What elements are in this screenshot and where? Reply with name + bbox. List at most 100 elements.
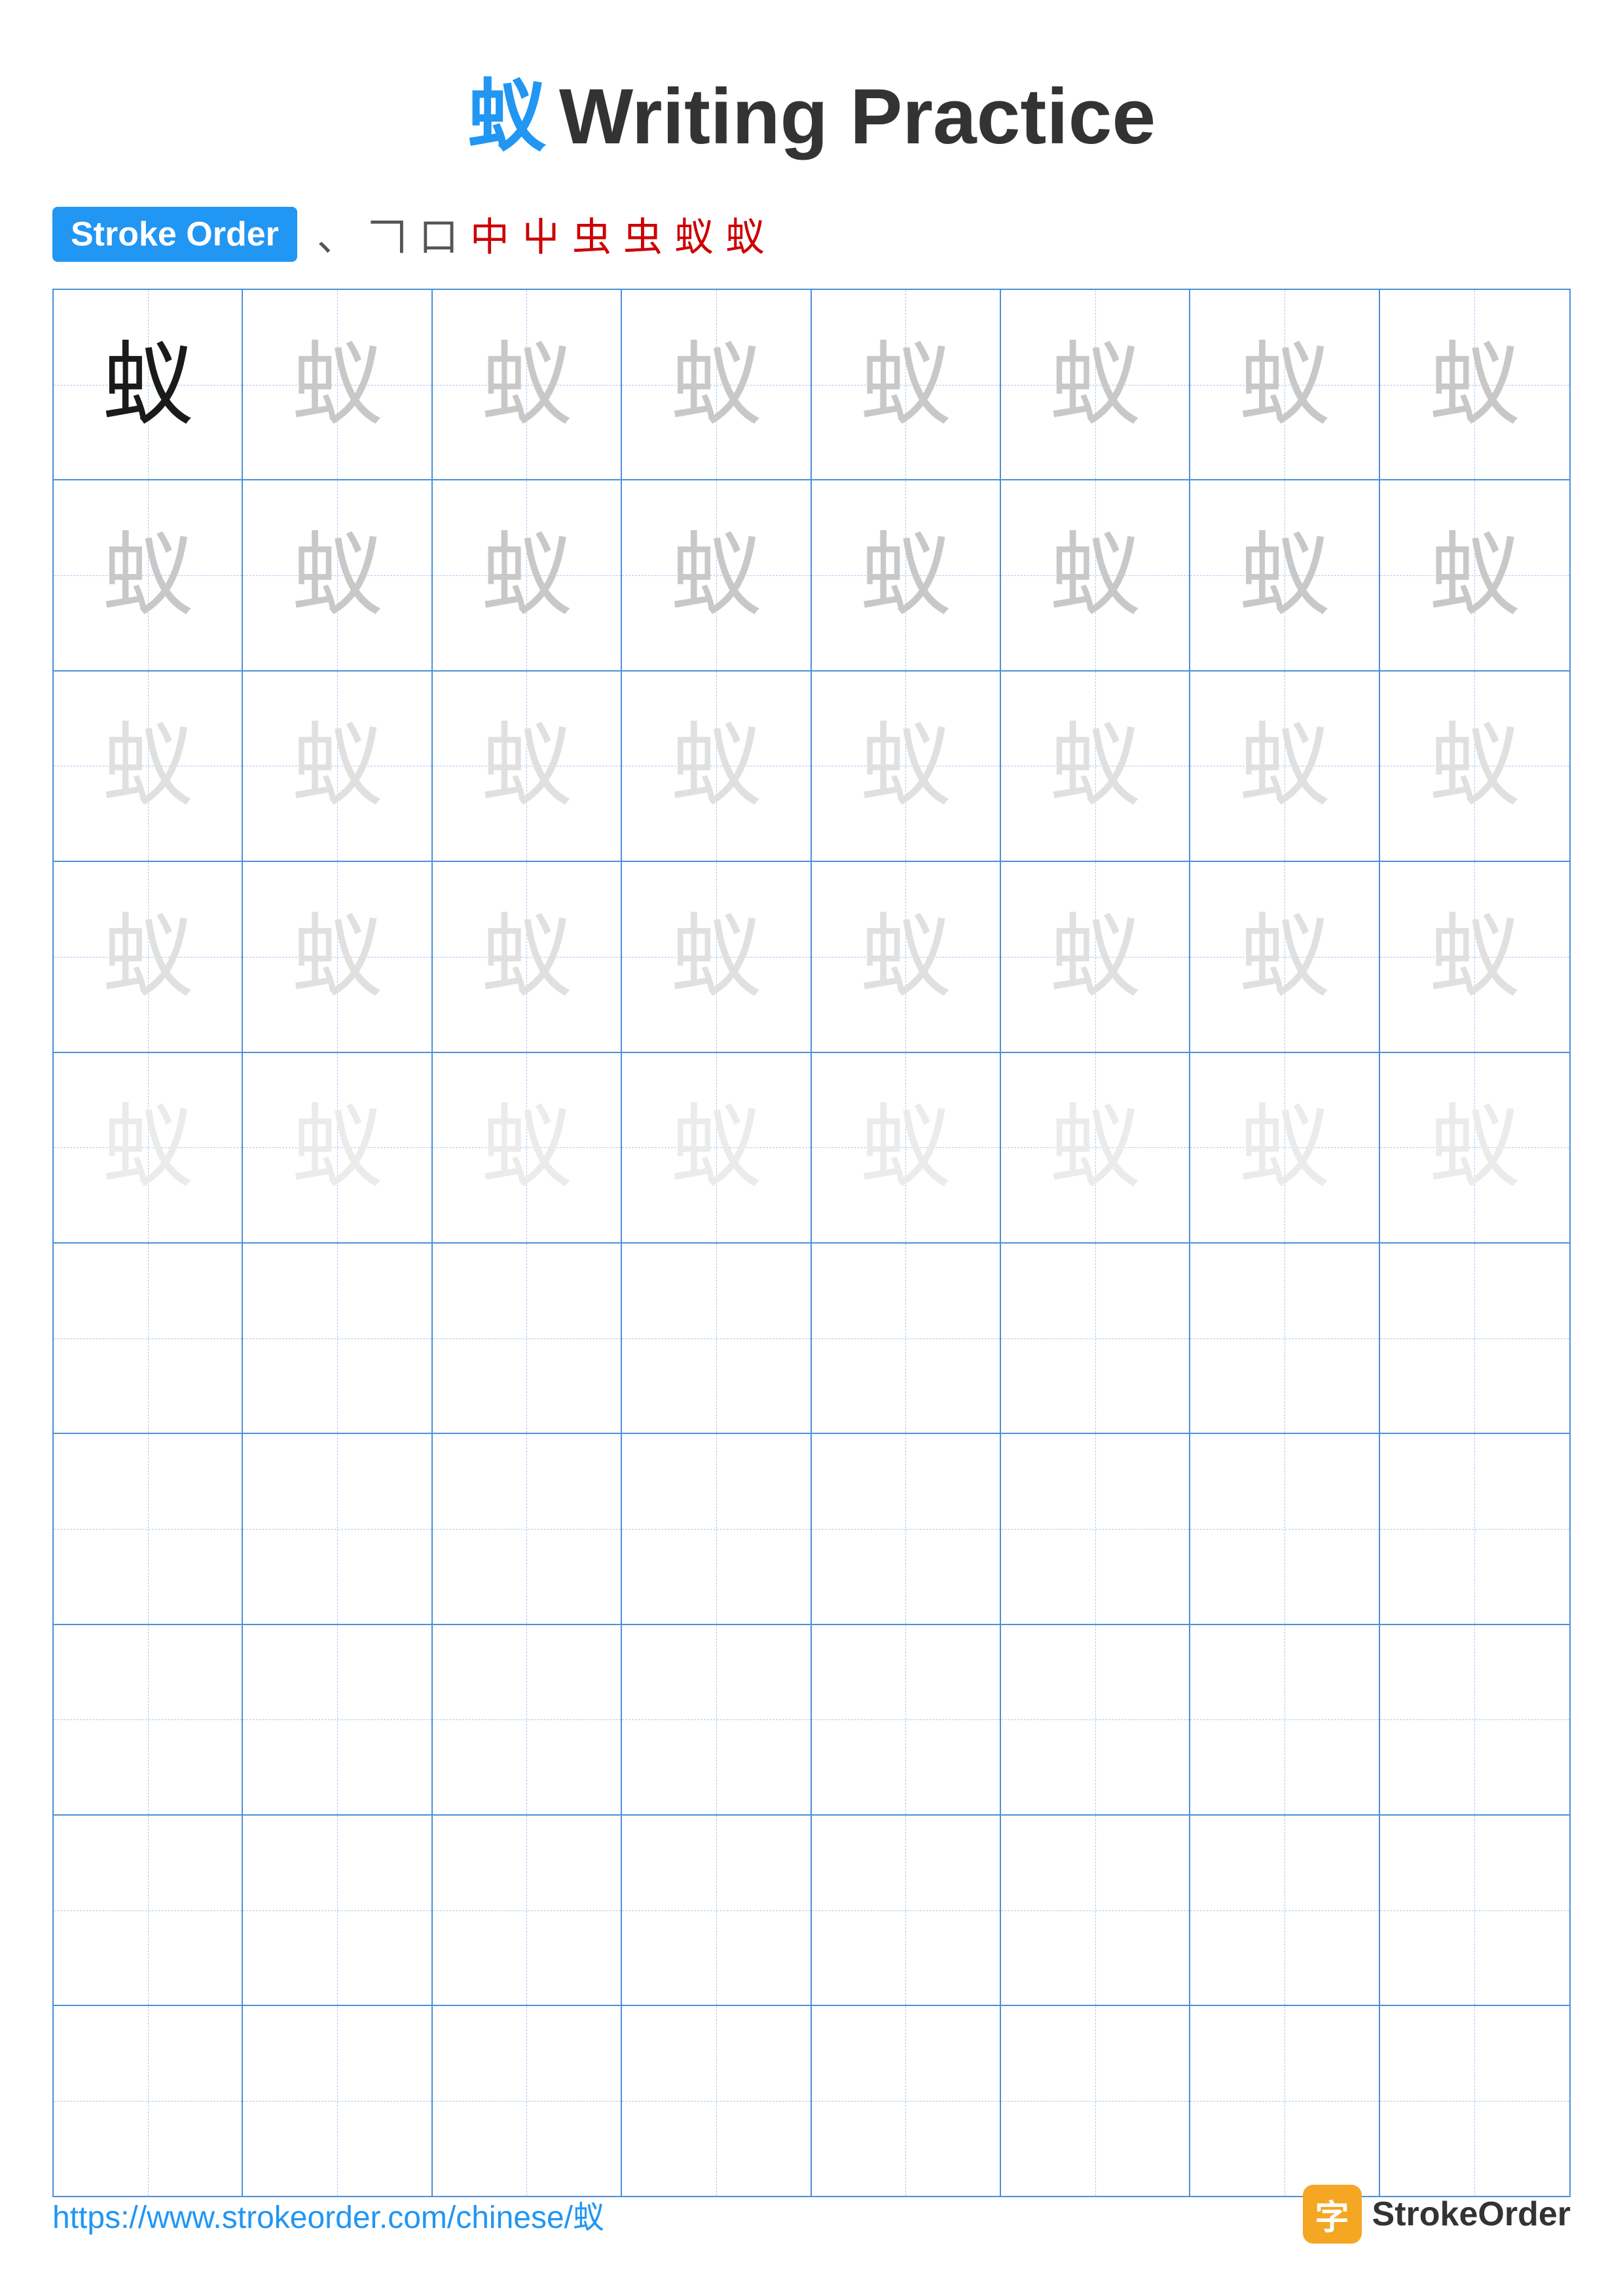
- grid-cell[interactable]: [1190, 1434, 1379, 1623]
- grid-cell[interactable]: [812, 1244, 1001, 1433]
- grid-cell[interactable]: [54, 2006, 243, 2195]
- grid-cell[interactable]: 蚁: [1190, 1053, 1379, 1242]
- grid-cell[interactable]: [1190, 1816, 1379, 2005]
- grid-cell[interactable]: [243, 1816, 432, 2005]
- grid-cell[interactable]: 蚁: [243, 1053, 432, 1242]
- stroke-7: 虫: [623, 206, 663, 262]
- grid-cell[interactable]: [812, 1625, 1001, 1814]
- grid-cell[interactable]: [1001, 1434, 1190, 1623]
- grid-cell[interactable]: 蚁: [1380, 672, 1569, 861]
- practice-char: 蚁: [670, 1102, 762, 1193]
- grid-cell[interactable]: 蚁: [1190, 480, 1379, 670]
- grid-cell[interactable]: [812, 1816, 1001, 2005]
- grid-cell[interactable]: [54, 1816, 243, 2005]
- grid-cell[interactable]: 蚁: [243, 862, 432, 1051]
- grid-cell[interactable]: 蚁: [243, 672, 432, 861]
- grid-cell[interactable]: 蚁: [812, 290, 1001, 479]
- grid-cell[interactable]: 蚁: [1190, 290, 1379, 479]
- practice-char: 蚁: [102, 1102, 194, 1193]
- grid-cell[interactable]: 蚁: [622, 862, 811, 1051]
- grid-cell[interactable]: 蚁: [1380, 480, 1569, 670]
- grid-cell[interactable]: [1190, 1625, 1379, 1814]
- practice-char: 蚁: [291, 339, 383, 431]
- grid-cell[interactable]: 蚁: [54, 480, 243, 670]
- practice-char: 蚁: [1049, 911, 1141, 1003]
- grid-cell[interactable]: [622, 2006, 811, 2195]
- grid-cell[interactable]: [812, 2006, 1001, 2195]
- grid-cell[interactable]: [433, 1625, 622, 1814]
- grid-cell[interactable]: 蚁: [812, 1053, 1001, 1242]
- grid-cell[interactable]: 蚁: [812, 672, 1001, 861]
- grid-cell[interactable]: 蚁: [243, 480, 432, 670]
- grid-cell[interactable]: [54, 1434, 243, 1623]
- grid-cell[interactable]: [243, 1434, 432, 1623]
- practice-char: 蚁: [102, 720, 194, 812]
- grid-cell[interactable]: 蚁: [622, 672, 811, 861]
- logo-text: StrokeOrder: [1372, 2195, 1571, 2234]
- grid-cell[interactable]: [1380, 1244, 1569, 1433]
- grid-cell[interactable]: 蚁: [433, 672, 622, 861]
- grid-cell[interactable]: [1001, 1244, 1190, 1433]
- grid-cell[interactable]: 蚁: [1380, 862, 1569, 1051]
- practice-char: 蚁: [481, 911, 572, 1003]
- grid-cell[interactable]: 蚁: [1190, 672, 1379, 861]
- footer-url[interactable]: https://www.strokeorder.com/chinese/蚁: [52, 2191, 604, 2237]
- grid-cell[interactable]: [433, 1816, 622, 2005]
- grid-cell[interactable]: [433, 1244, 622, 1433]
- grid-cell[interactable]: [622, 1625, 811, 1814]
- grid-cell[interactable]: [243, 2006, 432, 2195]
- grid-cell[interactable]: 蚁: [1001, 290, 1190, 479]
- grid-cell[interactable]: [1001, 2006, 1190, 2195]
- grid-cell[interactable]: [1001, 1625, 1190, 1814]
- grid-cell[interactable]: 蚁: [433, 290, 622, 479]
- grid-cell[interactable]: 蚁: [1001, 672, 1190, 861]
- grid-cell[interactable]: [622, 1244, 811, 1433]
- grid-cell[interactable]: [1190, 2006, 1379, 2195]
- grid-cell[interactable]: [433, 1434, 622, 1623]
- grid-cell[interactable]: 蚁: [812, 480, 1001, 670]
- grid-cell[interactable]: 蚁: [622, 290, 811, 479]
- grid-cell[interactable]: [1190, 1244, 1379, 1433]
- grid-cell[interactable]: [1380, 1816, 1569, 2005]
- grid-cell[interactable]: [54, 1244, 243, 1433]
- grid-cell[interactable]: 蚁: [1380, 290, 1569, 479]
- grid-cell[interactable]: 蚁: [1001, 480, 1190, 670]
- grid-cell[interactable]: [433, 2006, 622, 2195]
- grid-cell[interactable]: [1380, 2006, 1569, 2195]
- grid-cell[interactable]: [622, 1434, 811, 1623]
- grid-cell[interactable]: 蚁: [54, 862, 243, 1051]
- grid-cell[interactable]: [622, 1816, 811, 2005]
- character-display: 蚁: [467, 73, 546, 160]
- grid-cell[interactable]: 蚁: [1380, 1053, 1569, 1242]
- grid-row-2: 蚁 蚁 蚁 蚁 蚁 蚁 蚁 蚁: [54, 480, 1569, 671]
- grid-cell[interactable]: 蚁: [1190, 862, 1379, 1051]
- grid-cell[interactable]: 蚁: [1001, 862, 1190, 1051]
- grid-cell[interactable]: 蚁: [622, 480, 811, 670]
- grid-cell[interactable]: 蚁: [622, 1053, 811, 1242]
- grid-cell[interactable]: 蚁: [433, 480, 622, 670]
- practice-char: 蚁: [1429, 911, 1520, 1003]
- practice-char: 蚁: [291, 529, 383, 621]
- practice-char: 蚁: [860, 1102, 951, 1193]
- grid-cell[interactable]: [1001, 1816, 1190, 2005]
- grid-cell[interactable]: [1380, 1625, 1569, 1814]
- grid-cell[interactable]: 蚁: [243, 290, 432, 479]
- grid-row-7: [54, 1434, 1569, 1624]
- grid-cell[interactable]: 蚁: [54, 1053, 243, 1242]
- grid-row-8: [54, 1625, 1569, 1816]
- practice-char: 蚁: [481, 1102, 572, 1193]
- grid-cell[interactable]: [812, 1434, 1001, 1623]
- grid-cell[interactable]: [243, 1244, 432, 1433]
- grid-cell[interactable]: 蚁: [54, 672, 243, 861]
- grid-cell[interactable]: 蚁: [1001, 1053, 1190, 1242]
- practice-char: 蚁: [481, 339, 572, 431]
- grid-cell[interactable]: [54, 1625, 243, 1814]
- grid-cell[interactable]: 蚁: [812, 862, 1001, 1051]
- grid-cell[interactable]: [243, 1625, 432, 1814]
- grid-cell[interactable]: [1380, 1434, 1569, 1623]
- practice-char: 蚁: [1049, 339, 1141, 431]
- grid-cell[interactable]: 蚁: [433, 1053, 622, 1242]
- practice-char: 蚁: [102, 339, 194, 431]
- grid-cell[interactable]: 蚁: [54, 290, 243, 479]
- grid-cell[interactable]: 蚁: [433, 862, 622, 1051]
